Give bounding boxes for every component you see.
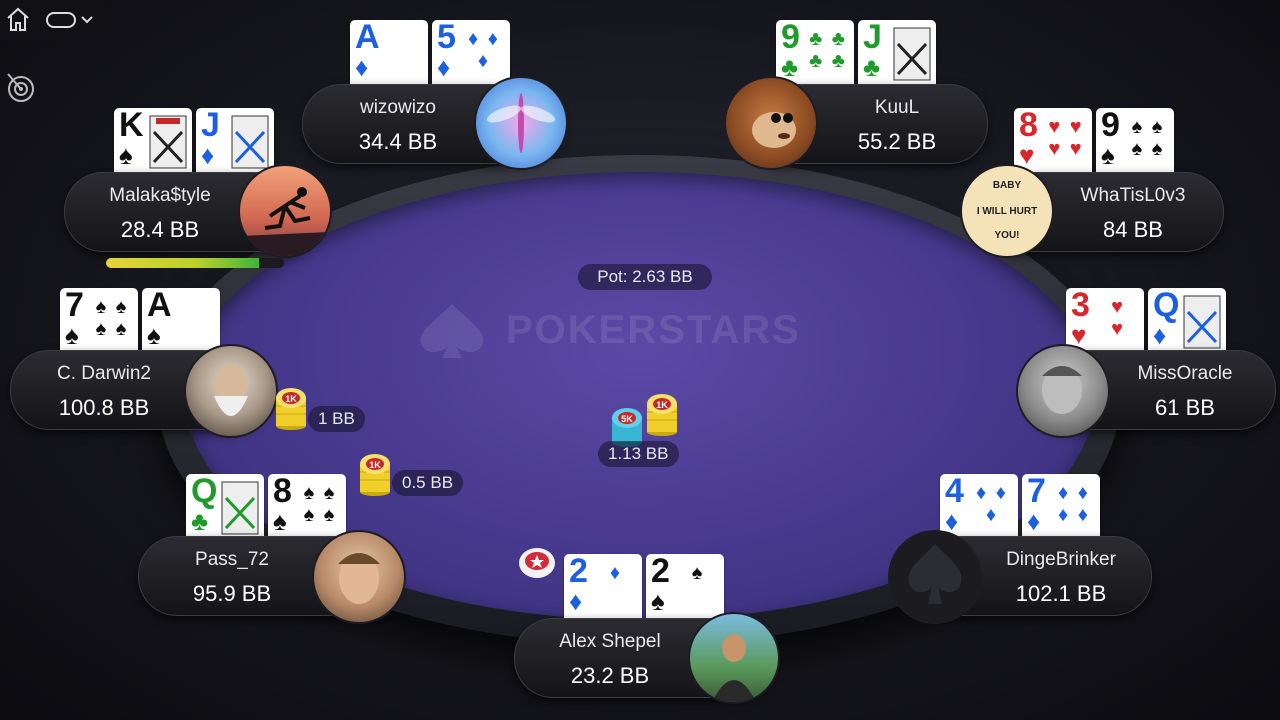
home-icon[interactable] <box>6 6 30 32</box>
chip-1k-icon: 1K <box>647 394 677 436</box>
player-name: WhaTisL0v3 <box>1080 185 1186 206</box>
chip-label: 1K <box>369 460 381 470</box>
jumping-man-icon <box>240 187 330 256</box>
bet-amount-pass72: 0.5 BB <box>392 470 464 496</box>
player-name: MissOracle <box>1137 363 1233 384</box>
player-stack: 61 BB <box>1155 395 1215 420</box>
svg-text:5K: 5K <box>621 414 633 424</box>
avatar-malaka[interactable] <box>238 164 332 258</box>
avatar-kuul[interactable] <box>724 76 818 170</box>
monkey-puppet-icon <box>752 112 796 148</box>
card-a-diamonds: A ♦ <box>350 20 428 84</box>
card-2-spades: 2 ♠ ♠ <box>646 554 724 618</box>
dealer-button-icon <box>519 548 555 578</box>
bet-amount-darwin: 1 BB <box>308 406 365 432</box>
card-7-diamonds: 7 ♦ ♦ ♦ ♦ ♦ <box>1022 474 1100 538</box>
avatar-pass72[interactable] <box>312 530 406 624</box>
avatar-text-line-3: YOU! <box>994 230 1020 241</box>
spade-star-logo-icon <box>420 304 484 358</box>
card-q-clubs: Q ♣ <box>186 474 264 538</box>
action-timer-bar <box>106 258 284 268</box>
avatar-dinge[interactable] <box>888 530 982 624</box>
card-8-hearts: 8 ♥ ♥ ♥ ♥ ♥ <box>1014 108 1092 172</box>
toggle-icon[interactable] <box>46 10 96 30</box>
portrait-icon <box>712 634 756 702</box>
avatar-text-line-1: BABY <box>992 180 1022 191</box>
card-9-clubs: 9 ♣ ♣ ♣ ♣ ♣ <box>776 20 854 84</box>
player-stack: 102.1 BB <box>1015 581 1107 606</box>
player-stack: 28.4 BB <box>120 217 200 242</box>
player-name: Pass_72 <box>195 549 269 570</box>
timer-fill <box>106 258 260 268</box>
card-4-diamonds: 4 ♦ ♦ ♦ ♦ <box>940 474 1018 538</box>
avatar-whatislov3[interactable]: BABY I WILL HURT YOU! <box>960 164 1054 258</box>
card-a-spades: A ♠ <box>142 288 220 352</box>
dragonfly-icon <box>486 93 556 153</box>
card-9-spades: 9 ♠ ♠ ♠ ♠ ♠ <box>1096 108 1174 172</box>
player-stack: 23.2 BB <box>570 663 650 688</box>
pokerstars-watermark: POKERSTARS <box>412 300 882 360</box>
player-name: wizowizo <box>359 97 437 118</box>
card-k-spades: K ♠ <box>114 108 192 172</box>
player-name: C. Darwin2 <box>57 363 151 384</box>
card-5-diamonds: 5 ♦ ♦ ♦ ♦ <box>432 20 510 84</box>
card-2-diamonds: 2 ♦ ♦ <box>564 554 642 618</box>
player-name: Alex Shepel <box>559 631 661 652</box>
default-avatar-spade-icon <box>908 544 962 604</box>
card-8-spades: 8 ♠ ♠ ♠ ♠ ♠ <box>268 474 346 538</box>
portrait-icon <box>338 552 380 604</box>
portrait-icon <box>1042 366 1082 414</box>
card-3-hearts: 3 ♥ ♥ ♥ <box>1066 288 1144 352</box>
chip-1k-icon: 1K <box>360 454 390 496</box>
watermark-text: POKERSTARS <box>506 307 801 352</box>
player-name: DingeBrinker <box>1006 549 1116 570</box>
avatar-alex[interactable] <box>688 612 780 704</box>
player-stack: 100.8 BB <box>58 395 150 420</box>
avatar-darwin[interactable] <box>184 344 278 438</box>
card-7-spades: 7 ♠ ♠ ♠ ♠ ♠ <box>60 288 138 352</box>
card-q-diamonds: Q ♦ <box>1148 288 1226 352</box>
player-name: Malaka$tyle <box>109 185 211 206</box>
avatar-wizowizo[interactable] <box>474 76 568 170</box>
svg-text:1K: 1K <box>656 400 668 410</box>
player-name: KuuL <box>874 97 920 118</box>
center-bet-amount: 1.13 BB <box>598 441 679 467</box>
player-stack: 95.9 BB <box>192 581 272 606</box>
card-j-clubs: J ♣ <box>858 20 936 84</box>
portrait-icon <box>214 364 248 416</box>
chip-1k-icon: 1K <box>276 388 306 430</box>
avatar-text-line-2: I WILL HURT <box>976 206 1038 217</box>
chip-label: 1K <box>285 394 297 404</box>
player-stack: 55.2 BB <box>857 129 937 154</box>
player-stack: 84 BB <box>1103 217 1163 242</box>
player-stack: 34.4 BB <box>358 129 438 154</box>
pot-label: Pot: 2.63 BB <box>578 264 712 290</box>
target-icon[interactable] <box>4 70 38 104</box>
card-j-diamonds: J ♦ <box>196 108 274 172</box>
avatar-missoracle[interactable] <box>1016 344 1110 438</box>
